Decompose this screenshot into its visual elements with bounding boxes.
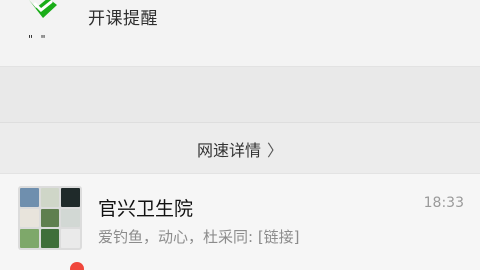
chat-list-item[interactable]: 官兴卫生院 18:33 爱钓鱼，动心，杜采同: [链接] <box>0 173 480 255</box>
chat-name: 官兴卫生院 <box>98 198 194 220</box>
green-check-icon <box>29 0 57 18</box>
chat-list-screen: 开课提醒 " " 网速详情〉 官兴卫生院 18:33 爱钓鱼，动心，杜采同: [… <box>0 0 480 270</box>
section-divider <box>0 67 480 122</box>
network-speed-row: 网速详情〉 <box>0 122 480 173</box>
group-avatar <box>18 186 82 250</box>
unread-badge <box>70 262 84 270</box>
chevron-right-icon: 〉 <box>267 141 284 160</box>
course-reminder-item[interactable]: 开课提醒 " " <box>0 0 480 67</box>
next-chat-item[interactable] <box>0 254 480 270</box>
chat-last-message: 爱钓鱼，动心，杜采同: [链接] <box>98 228 300 246</box>
reminder-title: 开课提醒 <box>88 9 158 29</box>
quote-marks: " " <box>28 33 48 46</box>
network-speed-label: 网速详情 <box>196 141 261 160</box>
chat-timestamp: 18:33 <box>423 195 464 211</box>
network-speed-link[interactable]: 网速详情〉 <box>0 137 480 161</box>
